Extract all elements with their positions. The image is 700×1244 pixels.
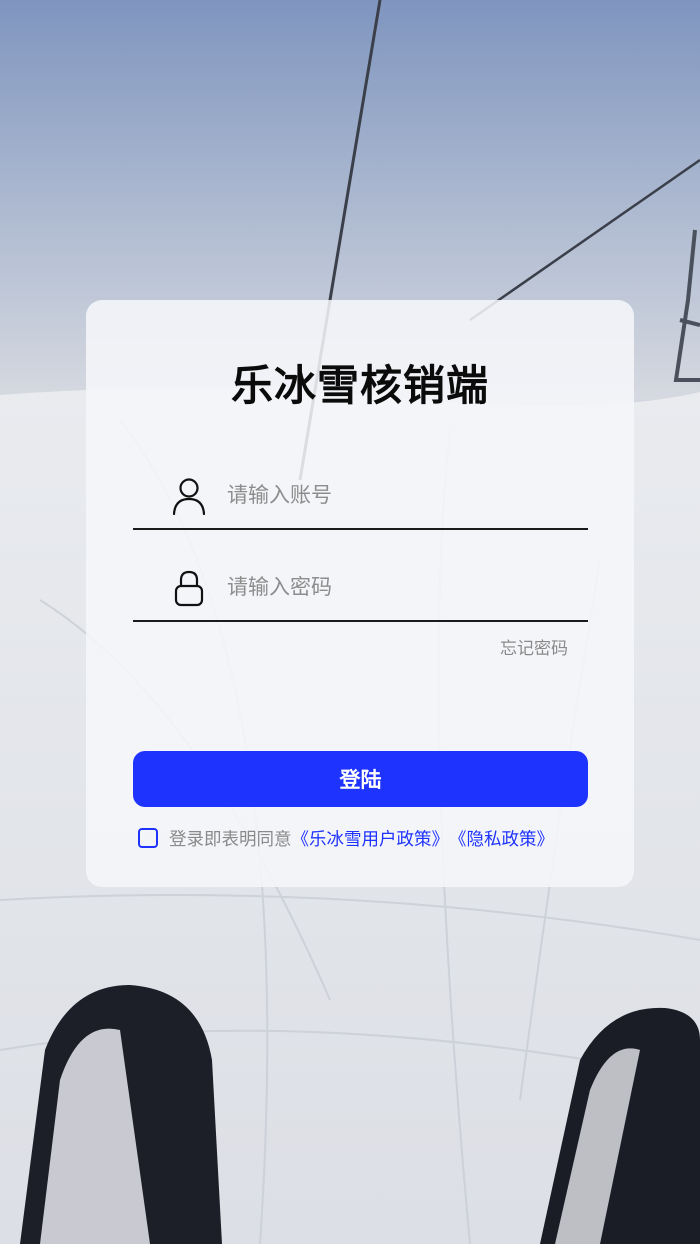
account-field[interactable] [133, 468, 588, 530]
user-icon [171, 476, 207, 516]
user-policy-link[interactable]: 《乐冰雪用户政策》 [292, 826, 450, 851]
password-field[interactable] [133, 560, 588, 622]
agreement-text: 登录即表明同意 [169, 829, 292, 850]
password-input[interactable] [225, 566, 569, 608]
lock-icon [171, 568, 207, 608]
account-input[interactable] [225, 474, 569, 516]
page-title: 乐冰雪核销端 [230, 361, 489, 410]
login-card: 乐冰雪核销端 忘记密码 登陆 登录即表明同意 《乐冰雪用户政策》 《隐私政策》 [86, 300, 634, 887]
agreement-row: 登录即表明同意 《乐冰雪用户政策》 《隐私政策》 [138, 824, 594, 852]
forgot-password-link[interactable]: 忘记密码 [500, 634, 568, 659]
agreement-checkbox[interactable] [138, 828, 158, 848]
privacy-policy-link[interactable]: 《隐私政策》 [449, 826, 554, 851]
login-button[interactable]: 登陆 [133, 751, 588, 807]
